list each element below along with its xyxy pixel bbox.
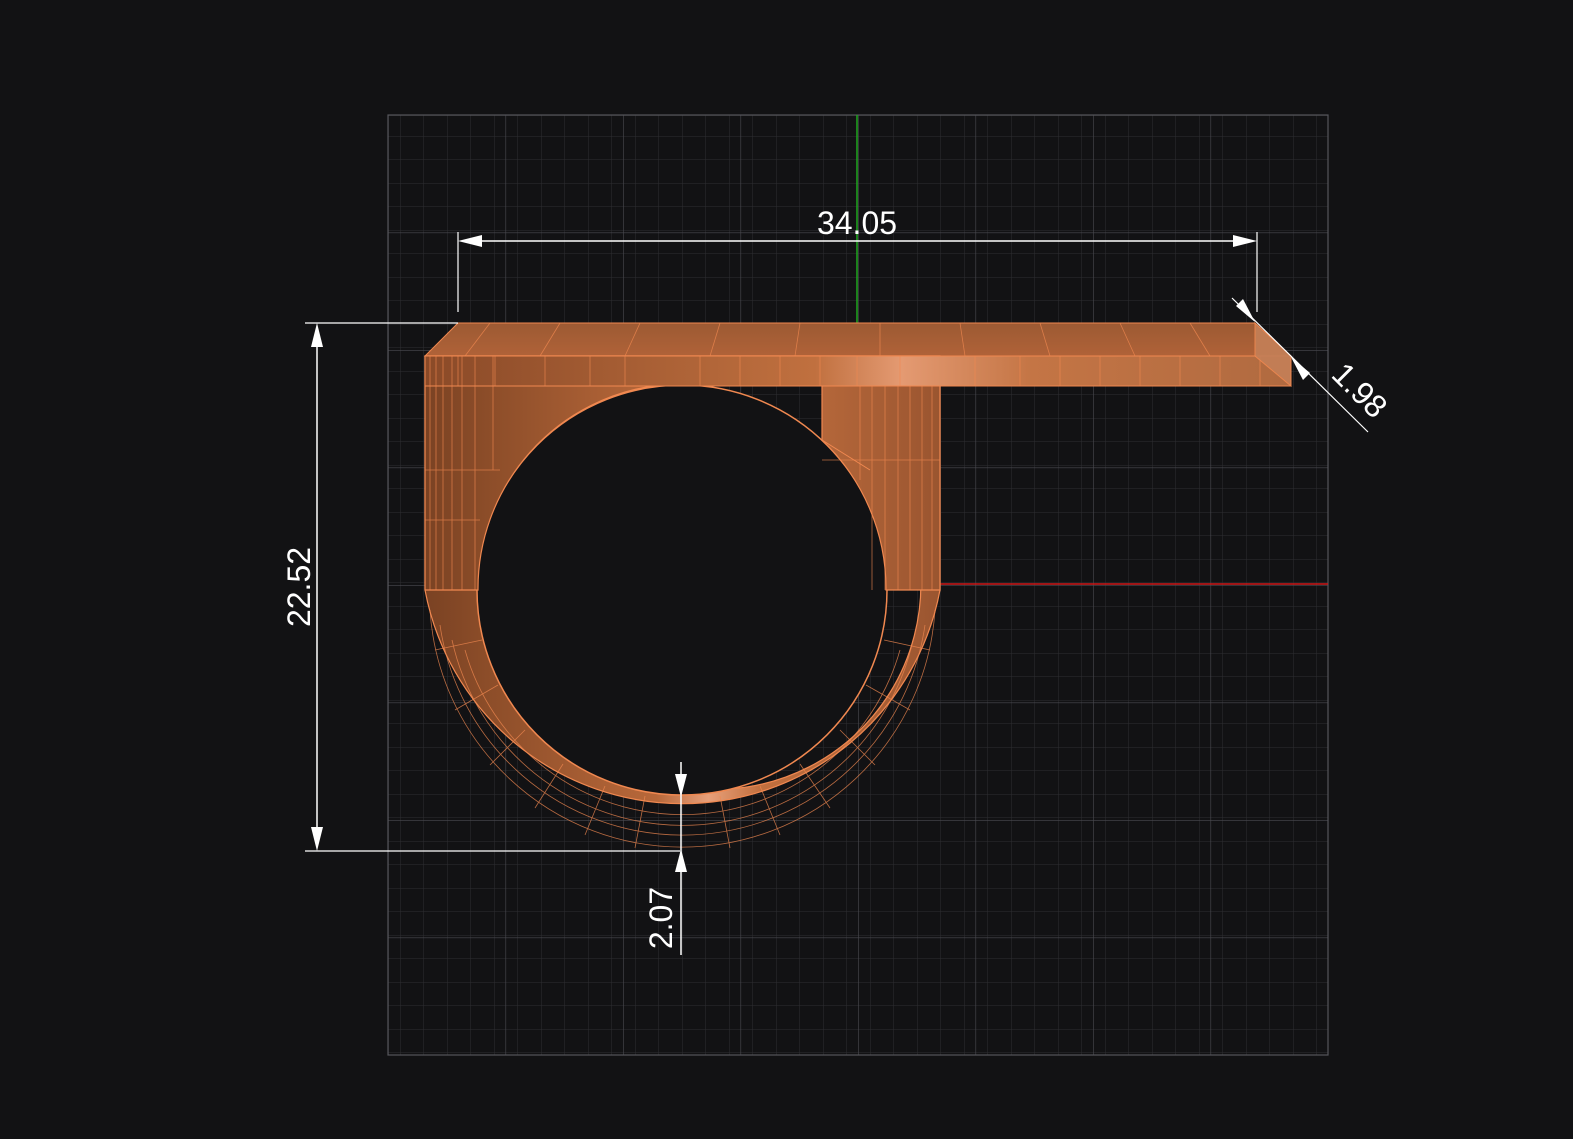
top-plate-top-face [423, 322, 1293, 357]
cad-drawing: 34.05 22.52 1.98 2.07 [281, 114, 1395, 1056]
dimension-height-label: 22.52 [281, 547, 317, 627]
dimension-top-thickness-label: 1.98 [1325, 355, 1394, 424]
ring-inner-edge [476, 384, 888, 796]
dimension-band-thickness-label: 2.07 [643, 887, 679, 949]
dimension-width-label: 34.05 [817, 205, 897, 241]
cad-viewport[interactable]: 34.05 22.52 1.98 2.07 [0, 0, 1573, 1134]
top-plate-front-face [424, 355, 1292, 387]
